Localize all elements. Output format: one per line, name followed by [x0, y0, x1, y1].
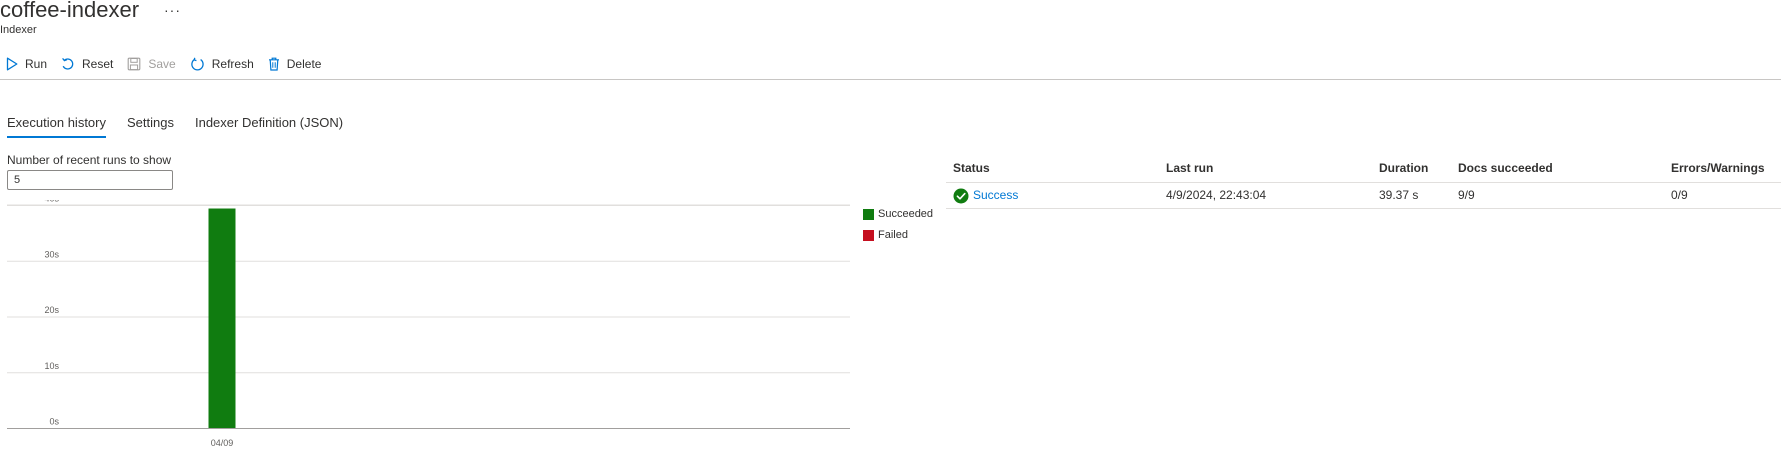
y-tick-label: 0s: [49, 417, 59, 427]
refresh-icon: [190, 57, 204, 70]
delete-button[interactable]: Delete: [268, 57, 322, 71]
execution-history-table: Status Last run Duration Docs succeeded …: [946, 158, 1781, 209]
status-cell: Success: [953, 183, 1018, 208]
save-icon: [128, 57, 141, 71]
page-subtitle: Indexer: [0, 24, 37, 36]
y-tick-label: 40s: [44, 200, 59, 204]
column-header-last-run[interactable]: Last run: [1166, 158, 1213, 178]
table-header-row: Status Last run Duration Docs succeeded …: [946, 158, 1781, 183]
docs-succeeded-cell: 9/9: [1458, 188, 1475, 202]
runs-count-input[interactable]: [7, 170, 173, 190]
y-tick-label: 30s: [44, 249, 59, 259]
last-run-cell: 4/9/2024, 22:43:04: [1166, 188, 1267, 202]
delete-label: Delete: [286, 57, 322, 71]
execution-history-chart: 0s 10s 20s 30s 40s 04/09: [7, 200, 850, 448]
tab-indexer-definition[interactable]: Indexer Definition (JSON): [195, 115, 343, 138]
reset-label: Reset: [82, 57, 114, 71]
tab-bar: Execution history Settings Indexer Defin…: [7, 115, 364, 138]
run-button[interactable]: Run: [6, 57, 47, 71]
reset-button[interactable]: Reset: [61, 57, 113, 71]
column-header-docs-succeeded[interactable]: Docs succeeded: [1458, 158, 1553, 178]
page-title: coffee-indexer: [0, 0, 140, 22]
toolbar-divider: [0, 79, 1781, 80]
tab-settings[interactable]: Settings: [127, 115, 174, 138]
success-check-icon: [953, 188, 969, 203]
tab-execution-history[interactable]: Execution history: [7, 115, 106, 138]
legend-swatch-failed: [863, 229, 874, 241]
chart-legend: Succeeded Failed: [863, 207, 933, 249]
y-tick-label: 10s: [44, 361, 59, 371]
save-button[interactable]: Save: [127, 57, 176, 71]
trash-icon: [268, 57, 279, 71]
status-link[interactable]: Success: [973, 183, 1018, 208]
errors-warnings-cell: 0/9: [1671, 188, 1688, 202]
x-tick-label: 04/09: [211, 438, 234, 448]
y-tick-label: 20s: [44, 305, 59, 315]
table-row[interactable]: Success 4/9/2024, 22:43:04 39.37 s 9/9 0…: [946, 183, 1781, 209]
column-header-status[interactable]: Status: [953, 158, 990, 178]
command-bar: Run Reset Save Refresh Delete: [6, 53, 335, 75]
legend-item-failed: Failed: [863, 228, 933, 242]
run-label: Run: [25, 57, 48, 71]
legend-item-succeeded: Succeeded: [863, 207, 933, 221]
legend-swatch-succeeded: [863, 208, 874, 220]
save-label: Save: [148, 57, 176, 71]
bar-succeeded: [208, 208, 236, 428]
column-header-duration[interactable]: Duration: [1379, 158, 1428, 178]
legend-label-succeeded: Succeeded: [878, 208, 934, 220]
refresh-label: Refresh: [211, 57, 254, 71]
play-icon: [6, 57, 18, 71]
refresh-button[interactable]: Refresh: [190, 57, 254, 72]
duration-cell: 39.37 s: [1379, 188, 1419, 202]
legend-label-failed: Failed: [878, 229, 908, 241]
more-options-button[interactable]: ···: [164, 2, 181, 18]
column-header-errors-warnings[interactable]: Errors/Warnings: [1671, 158, 1765, 178]
runs-count-label: Number of recent runs to show: [7, 153, 172, 167]
reset-icon: [62, 57, 74, 70]
